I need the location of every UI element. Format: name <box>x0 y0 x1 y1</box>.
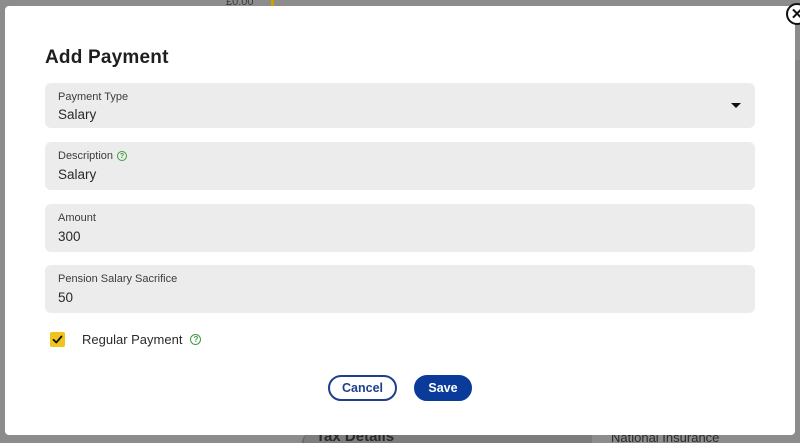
amount-value: 300 <box>58 229 81 244</box>
save-button[interactable]: Save <box>414 375 472 401</box>
description-label: Description ? <box>58 150 128 162</box>
check-icon <box>52 335 63 344</box>
close-button[interactable]: ✕ <box>786 3 800 25</box>
pension-salary-sacrifice-value: 50 <box>58 290 74 305</box>
add-payment-dialog: ✕ Add Payment Payment Type Salary Descri… <box>5 3 800 435</box>
regular-payment-label: Regular Payment <box>82 332 183 347</box>
regular-payment-row: Regular Payment ? <box>50 332 202 347</box>
help-icon[interactable]: ? <box>190 334 202 345</box>
help-icon[interactable]: ? <box>117 151 128 161</box>
pension-salary-sacrifice-label: Pension Salary Sacrifice <box>58 273 178 285</box>
amount-label: Amount <box>58 212 96 224</box>
pension-salary-sacrifice-field[interactable]: Pension Salary Sacrifice 50 <box>45 265 755 313</box>
description-value: Salary <box>58 167 97 182</box>
background-panel-edge <box>795 60 800 200</box>
payment-type-label: Payment Type <box>58 91 129 103</box>
close-icon: ✕ <box>790 5 800 23</box>
dialog-title: Add Payment <box>45 47 169 68</box>
chevron-down-icon[interactable] <box>731 103 741 108</box>
regular-payment-checkbox[interactable] <box>50 332 65 347</box>
amount-field[interactable]: Amount 300 <box>45 204 755 252</box>
cancel-button[interactable]: Cancel <box>328 375 397 401</box>
payment-type-select[interactable]: Payment Type Salary <box>45 83 755 128</box>
description-field[interactable]: Description ? Salary <box>45 142 755 190</box>
payment-type-value: Salary <box>58 107 97 122</box>
